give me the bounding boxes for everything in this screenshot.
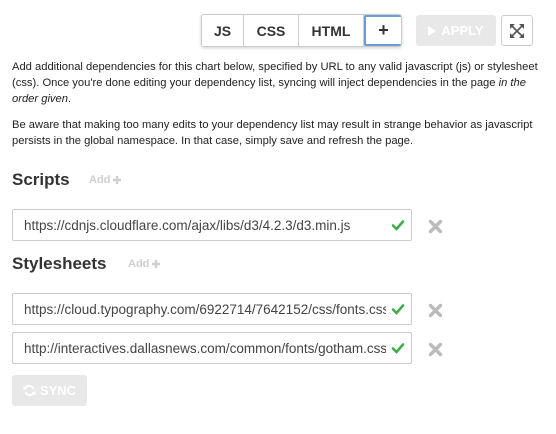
remove-stylesheet-button[interactable]: [426, 340, 444, 358]
valid-check-icon: [391, 220, 405, 231]
valid-check-icon: [391, 304, 405, 315]
apply-label: APPLY: [441, 23, 484, 38]
stylesheets-heading: Stylesheets: [12, 254, 107, 273]
script-url-field[interactable]: https://cdnjs.cloudflare.com/ajax/libs/d…: [12, 209, 412, 241]
expand-icon: [510, 23, 524, 38]
expand-button[interactable]: [501, 15, 533, 46]
tab-dependencies[interactable]: +: [364, 15, 401, 46]
sync-button[interactable]: SYNC: [12, 375, 87, 406]
stylesheet-url-value[interactable]: http://interactives.dallasnews.com/commo…: [24, 341, 386, 356]
dependency-tabs: JS CSS HTML +: [201, 14, 402, 47]
plus-icon: [152, 260, 161, 268]
tab-css[interactable]: CSS: [244, 15, 299, 46]
description-paragraph-1: Add additional dependencies for this cha…: [12, 59, 542, 107]
tab-js[interactable]: JS: [202, 15, 244, 46]
add-script-link[interactable]: Add: [89, 174, 122, 186]
description-end: .: [67, 93, 72, 105]
scripts-heading: Scripts: [12, 170, 70, 189]
apply-button[interactable]: APPLY: [416, 15, 496, 46]
close-icon: [428, 303, 442, 317]
valid-check-icon: [391, 343, 405, 354]
remove-stylesheet-button[interactable]: [426, 301, 444, 319]
plus-icon: [113, 176, 122, 184]
refresh-icon: [23, 385, 36, 396]
stylesheet-url-field[interactable]: https://cloud.typography.com/6922714/764…: [12, 293, 412, 325]
tab-html[interactable]: HTML: [299, 15, 364, 46]
add-script-label: Add: [89, 174, 111, 186]
stylesheet-url-field[interactable]: http://interactives.dallasnews.com/commo…: [12, 332, 412, 364]
play-icon: [428, 25, 437, 36]
description-text: Add additional dependencies for this cha…: [12, 61, 538, 89]
add-stylesheet-link[interactable]: Add: [128, 258, 161, 270]
close-icon: [428, 219, 442, 233]
description-paragraph-2: Be aware that making too many edits to y…: [12, 119, 533, 147]
add-stylesheet-label: Add: [128, 258, 150, 270]
sync-label: SYNC: [39, 383, 77, 398]
remove-script-button[interactable]: [426, 217, 444, 235]
close-icon: [428, 342, 442, 356]
script-url-value[interactable]: https://cdnjs.cloudflare.com/ajax/libs/d…: [24, 218, 386, 233]
stylesheet-url-value[interactable]: https://cloud.typography.com/6922714/764…: [24, 302, 386, 317]
